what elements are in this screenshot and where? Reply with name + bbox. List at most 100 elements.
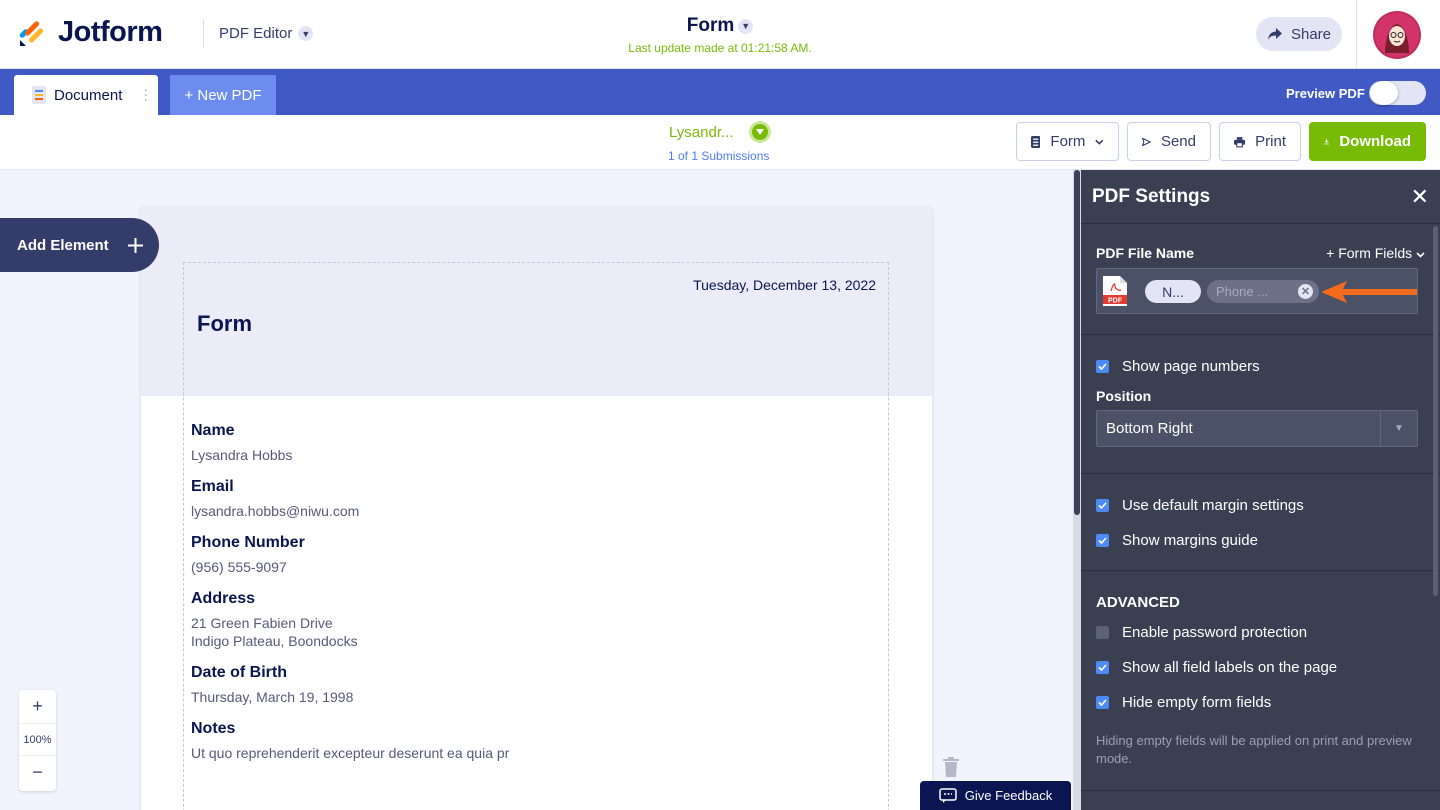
- preview-pdf-label: Preview PDF: [1286, 86, 1365, 101]
- give-feedback-button[interactable]: Give Feedback: [920, 781, 1071, 810]
- trash-icon[interactable]: [942, 757, 960, 777]
- toggle-knob: [1370, 81, 1398, 105]
- show-page-numbers-row[interactable]: Show page numbers: [1096, 349, 1425, 384]
- tab-document[interactable]: Document · · ·: [14, 75, 158, 115]
- download-button[interactable]: Download: [1309, 122, 1426, 161]
- page-title[interactable]: Form: [197, 311, 252, 337]
- checkbox-checked[interactable]: [1096, 360, 1109, 373]
- position-value: Bottom Right: [1106, 420, 1193, 437]
- field-label: Date of Birth: [191, 664, 287, 681]
- preview-pdf-toggle[interactable]: [1369, 81, 1426, 105]
- field-notes[interactable]: Notes Ut quo reprehenderit excepteur des…: [191, 720, 509, 762]
- address-line-2: Indigo Plateau, Boondocks: [191, 633, 358, 649]
- scrollbar-thumb[interactable]: [1074, 170, 1080, 515]
- tab-document-label: Document: [54, 86, 123, 104]
- close-icon[interactable]: ✕: [1411, 185, 1429, 207]
- field-labels-row[interactable]: Show all field labels on the page: [1096, 650, 1425, 685]
- file-name-chip-phone[interactable]: Phone ... ✕: [1207, 280, 1319, 303]
- field-phone-number[interactable]: Phone Number (956) 555-9097: [191, 534, 305, 576]
- send-label: Send: [1160, 133, 1196, 150]
- field-address[interactable]: Address 21 Green Fabien Drive Indigo Pla…: [191, 590, 358, 650]
- hide-empty-hint: Hiding empty fields will be applied on p…: [1096, 733, 1412, 766]
- hide-empty-row[interactable]: Hide empty form fields: [1096, 685, 1425, 720]
- new-pdf-label: + New PDF: [184, 86, 262, 104]
- zoom-in-button[interactable]: +: [19, 690, 56, 723]
- page-number-section: Show page numbers Position Bottom Right …: [1081, 335, 1440, 474]
- form-button-label: Form: [1050, 133, 1086, 150]
- field-name[interactable]: Name Lysandra Hobbs: [191, 422, 292, 464]
- checkbox-checked[interactable]: [1096, 499, 1109, 512]
- show-page-numbers-label: Show page numbers: [1122, 358, 1260, 375]
- margins-guide-row[interactable]: Show margins guide: [1096, 523, 1425, 558]
- checkbox-checked[interactable]: [1096, 661, 1109, 674]
- chevron-down-icon: ▼: [738, 18, 754, 34]
- share-button[interactable]: Share: [1256, 17, 1342, 51]
- file-name-input[interactable]: PDF N... Phone ... ✕: [1096, 268, 1418, 314]
- default-margins-row[interactable]: Use default margin settings: [1096, 488, 1425, 523]
- checkbox-checked[interactable]: [1096, 534, 1109, 547]
- download-icon: [1324, 138, 1330, 145]
- divider: [1356, 0, 1357, 69]
- field-label: Notes: [191, 720, 236, 737]
- field-value: Thursday, March 19, 1998: [191, 689, 354, 705]
- new-pdf-button[interactable]: + New PDF: [170, 75, 276, 115]
- print-label: Print: [1255, 133, 1286, 150]
- field-label: Phone Number: [191, 534, 305, 551]
- field-email[interactable]: Email lysandra.hobbs@niwu.com: [191, 478, 359, 520]
- user-avatar-icon: [1375, 13, 1419, 57]
- submission-dropdown-icon[interactable]: [749, 121, 771, 143]
- position-select[interactable]: Bottom Right ▼: [1096, 410, 1418, 447]
- checkbox-unchecked[interactable]: [1096, 626, 1109, 639]
- file-name-chip[interactable]: N...: [1145, 280, 1201, 303]
- form-title-text: Form: [686, 15, 735, 36]
- print-icon: [1234, 136, 1246, 147]
- advanced-section: ADVANCED Enable password protection Show…: [1081, 571, 1440, 791]
- zoom-out-button[interactable]: −: [19, 756, 56, 789]
- file-name-label: PDF File Name: [1096, 245, 1195, 261]
- check-icon: [1098, 363, 1107, 370]
- chip-label: Phone ...: [1216, 284, 1269, 299]
- feedback-icon: [939, 788, 957, 803]
- field-date-of-birth[interactable]: Date of Birth Thursday, March 19, 1998: [191, 664, 353, 706]
- field-value: (956) 555-9097: [191, 559, 287, 575]
- pdf-settings-panel: PDF Settings ✕ PDF File Name + Form Fiel…: [1081, 170, 1440, 810]
- field-value: Ut quo reprehenderit excepteur deserunt …: [191, 745, 510, 761]
- pdf-page: Tuesday, December 13, 2022 Form Name Lys…: [141, 207, 932, 810]
- add-element-label: Add Element: [17, 236, 109, 254]
- field-label: Email: [191, 478, 234, 495]
- submission-count[interactable]: 1 of 1 Submissions: [668, 149, 769, 163]
- submission-name[interactable]: Lysandr...: [669, 124, 733, 141]
- checkbox-checked[interactable]: [1096, 696, 1109, 709]
- zoom-level: 100%: [19, 723, 56, 756]
- caret-down-icon: [756, 129, 764, 135]
- form-icon: [1031, 135, 1041, 148]
- password-label: Enable password protection: [1122, 624, 1308, 641]
- file-name-section: PDF File Name + Form Fields PDF N... Pho…: [1081, 224, 1440, 335]
- hide-empty-label: Hide empty form fields: [1122, 694, 1272, 711]
- remove-chip-icon[interactable]: ✕: [1298, 284, 1313, 299]
- document-icon: [32, 86, 46, 104]
- share-icon: [1267, 28, 1282, 40]
- check-icon: [1098, 502, 1107, 509]
- add-element-button[interactable]: Add Element: [0, 218, 159, 272]
- panel-title: PDF Settings: [1092, 185, 1211, 207]
- margin-section: Use default margin settings Show margins…: [1081, 474, 1440, 571]
- send-button[interactable]: Send: [1127, 122, 1211, 161]
- form-dropdown-button[interactable]: Form: [1016, 122, 1119, 161]
- field-label: Address: [191, 590, 256, 607]
- field-value: 21 Green Fabien Drive Indigo Plateau, Bo…: [191, 614, 358, 650]
- panel-scrollbar[interactable]: [1433, 226, 1438, 596]
- form-title[interactable]: Form ▼: [0, 15, 1440, 37]
- check-icon: [1098, 537, 1107, 544]
- zoom-control: + 100% −: [19, 690, 56, 791]
- more-options-icon[interactable]: · · ·: [143, 82, 148, 106]
- password-row[interactable]: Enable password protection: [1096, 615, 1425, 650]
- field-label: Name: [191, 422, 235, 439]
- share-label: Share: [1290, 25, 1332, 43]
- plus-icon: [127, 237, 143, 253]
- svg-text:PDF: PDF: [1108, 298, 1123, 305]
- print-button[interactable]: Print: [1219, 122, 1301, 161]
- canvas-scrollbar[interactable]: [1073, 170, 1081, 810]
- form-fields-dropdown[interactable]: + Form Fields: [1326, 245, 1425, 261]
- avatar[interactable]: [1373, 11, 1421, 59]
